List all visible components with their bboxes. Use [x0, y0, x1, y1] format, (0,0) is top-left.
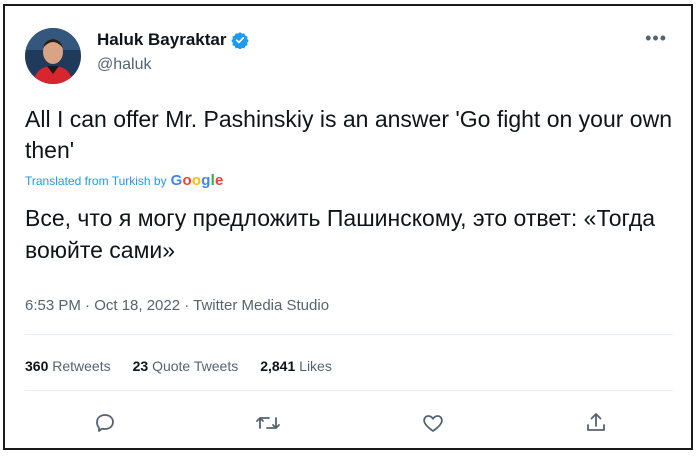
author-handle[interactable]: @haluk	[97, 56, 152, 74]
retweet-button[interactable]	[251, 406, 285, 440]
engagement-stats: 360 Retweets 23 Quote Tweets 2,841 Likes	[25, 358, 332, 374]
verified-badge-icon	[231, 32, 250, 49]
translated-from-label: Translated from Turkish by	[25, 174, 167, 188]
share-button[interactable]	[579, 406, 613, 440]
profile-photo-icon	[25, 28, 81, 84]
avatar[interactable]	[25, 28, 81, 84]
retweets-label: Retweets	[52, 358, 111, 374]
author-display-name[interactable]: Haluk Bayraktar	[97, 30, 226, 50]
tweet-timestamp[interactable]: 6:53 PM · Oct 18, 2022 · Twitter Media S…	[25, 297, 329, 314]
tweet-text: All I can offer Mr. Pashinskiy is an ans…	[25, 106, 672, 163]
reply-icon	[96, 414, 114, 432]
retweet-icon	[256, 417, 280, 429]
retweets-count: 360	[25, 358, 49, 374]
reply-button[interactable]	[88, 406, 122, 440]
translation-attribution[interactable]: Translated from Turkish by Google	[25, 172, 224, 189]
retweets-stat[interactable]: 360 Retweets	[25, 358, 111, 374]
likes-stat[interactable]: 2,841 Likes	[260, 358, 332, 374]
google-logo: Google	[170, 172, 224, 189]
divider	[25, 334, 673, 335]
likes-count: 2,841	[260, 358, 296, 374]
like-button[interactable]	[416, 406, 450, 440]
quote-tweets-label: Quote Tweets	[152, 358, 239, 374]
share-icon	[587, 413, 605, 431]
tweet-card: Haluk Bayraktar @haluk ••• All I can off…	[3, 4, 693, 450]
divider	[25, 390, 673, 391]
translated-text: Все, что я могу предложить Пашинскому, э…	[25, 205, 656, 263]
likes-label: Likes	[299, 358, 332, 374]
quote-tweets-stat[interactable]: 23 Quote Tweets	[133, 358, 239, 374]
quote-tweets-count: 23	[132, 358, 149, 374]
more-options-icon[interactable]: •••	[645, 28, 667, 49]
like-icon	[423, 415, 443, 432]
action-bar	[5, 406, 691, 440]
author-name-row[interactable]: Haluk Bayraktar	[97, 30, 250, 50]
